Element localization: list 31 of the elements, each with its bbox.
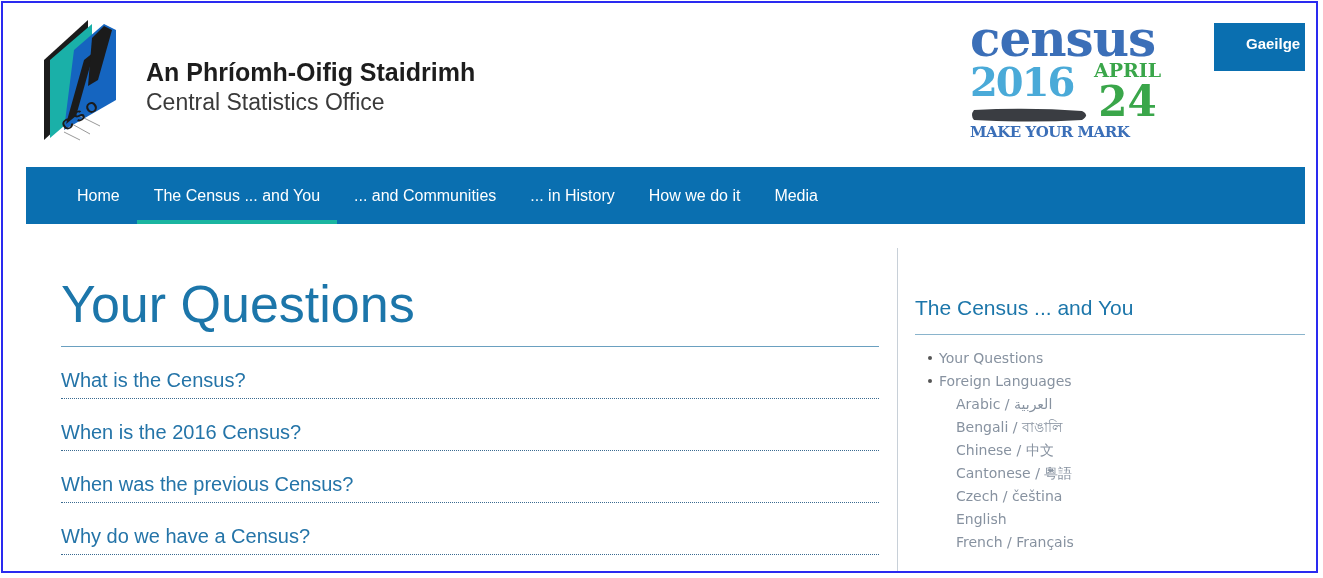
language-button[interactable]: Gaeilge: [1214, 23, 1305, 71]
nav-item[interactable]: ... and Communities: [337, 167, 514, 224]
nav-item[interactable]: Media: [757, 167, 835, 224]
sidebar-link[interactable]: Chinese / 中文: [956, 439, 1054, 462]
sidebar-link[interactable]: Czech / čeština: [956, 485, 1063, 508]
bullet-icon: [928, 379, 932, 383]
question-link[interactable]: When is the 2016 Census?: [61, 421, 302, 443]
nav-item[interactable]: Home: [60, 167, 137, 224]
site-title: An Phríomh-Oifig Staidrimh: [146, 58, 476, 87]
sidebar-link[interactable]: Bengali / বাঙালি: [956, 416, 1062, 439]
bullet-icon: [928, 356, 932, 360]
nav-item[interactable]: ... in History: [513, 167, 632, 224]
sidebar-link[interactable]: Arabic / العربية: [956, 393, 1053, 416]
census-logo-day: 24: [1098, 81, 1157, 123]
sidebar-link[interactable]: French / Français: [956, 531, 1074, 554]
sidebar-link[interactable]: English: [956, 508, 1007, 531]
page-heading: Your Questions: [61, 274, 879, 347]
census-logo-month: APRIL: [1094, 59, 1162, 81]
question-link[interactable]: Why do we have a Census?: [61, 525, 311, 547]
census-logo-slogan: MAKE YOUR MARK: [970, 123, 1132, 141]
nav-item[interactable]: How we do it: [631, 167, 758, 224]
question-link[interactable]: What is the Census?: [61, 369, 246, 391]
sidebar-link[interactable]: Cantonese / 粵語: [956, 462, 1073, 485]
sidebar-heading: The Census ... and You: [915, 296, 1305, 335]
site-subtitle: Central Statistics Office: [146, 89, 386, 116]
sidebar-link[interactable]: Your Questions: [939, 347, 1044, 370]
question-link[interactable]: When was the previous Census?: [61, 473, 354, 495]
nav-item[interactable]: The Census ... and You: [136, 167, 338, 224]
sidebar-link[interactable]: Foreign Languages: [939, 370, 1074, 393]
census-logo-word: census: [970, 19, 1156, 59]
census-logo-year: 2016: [970, 59, 1075, 105]
